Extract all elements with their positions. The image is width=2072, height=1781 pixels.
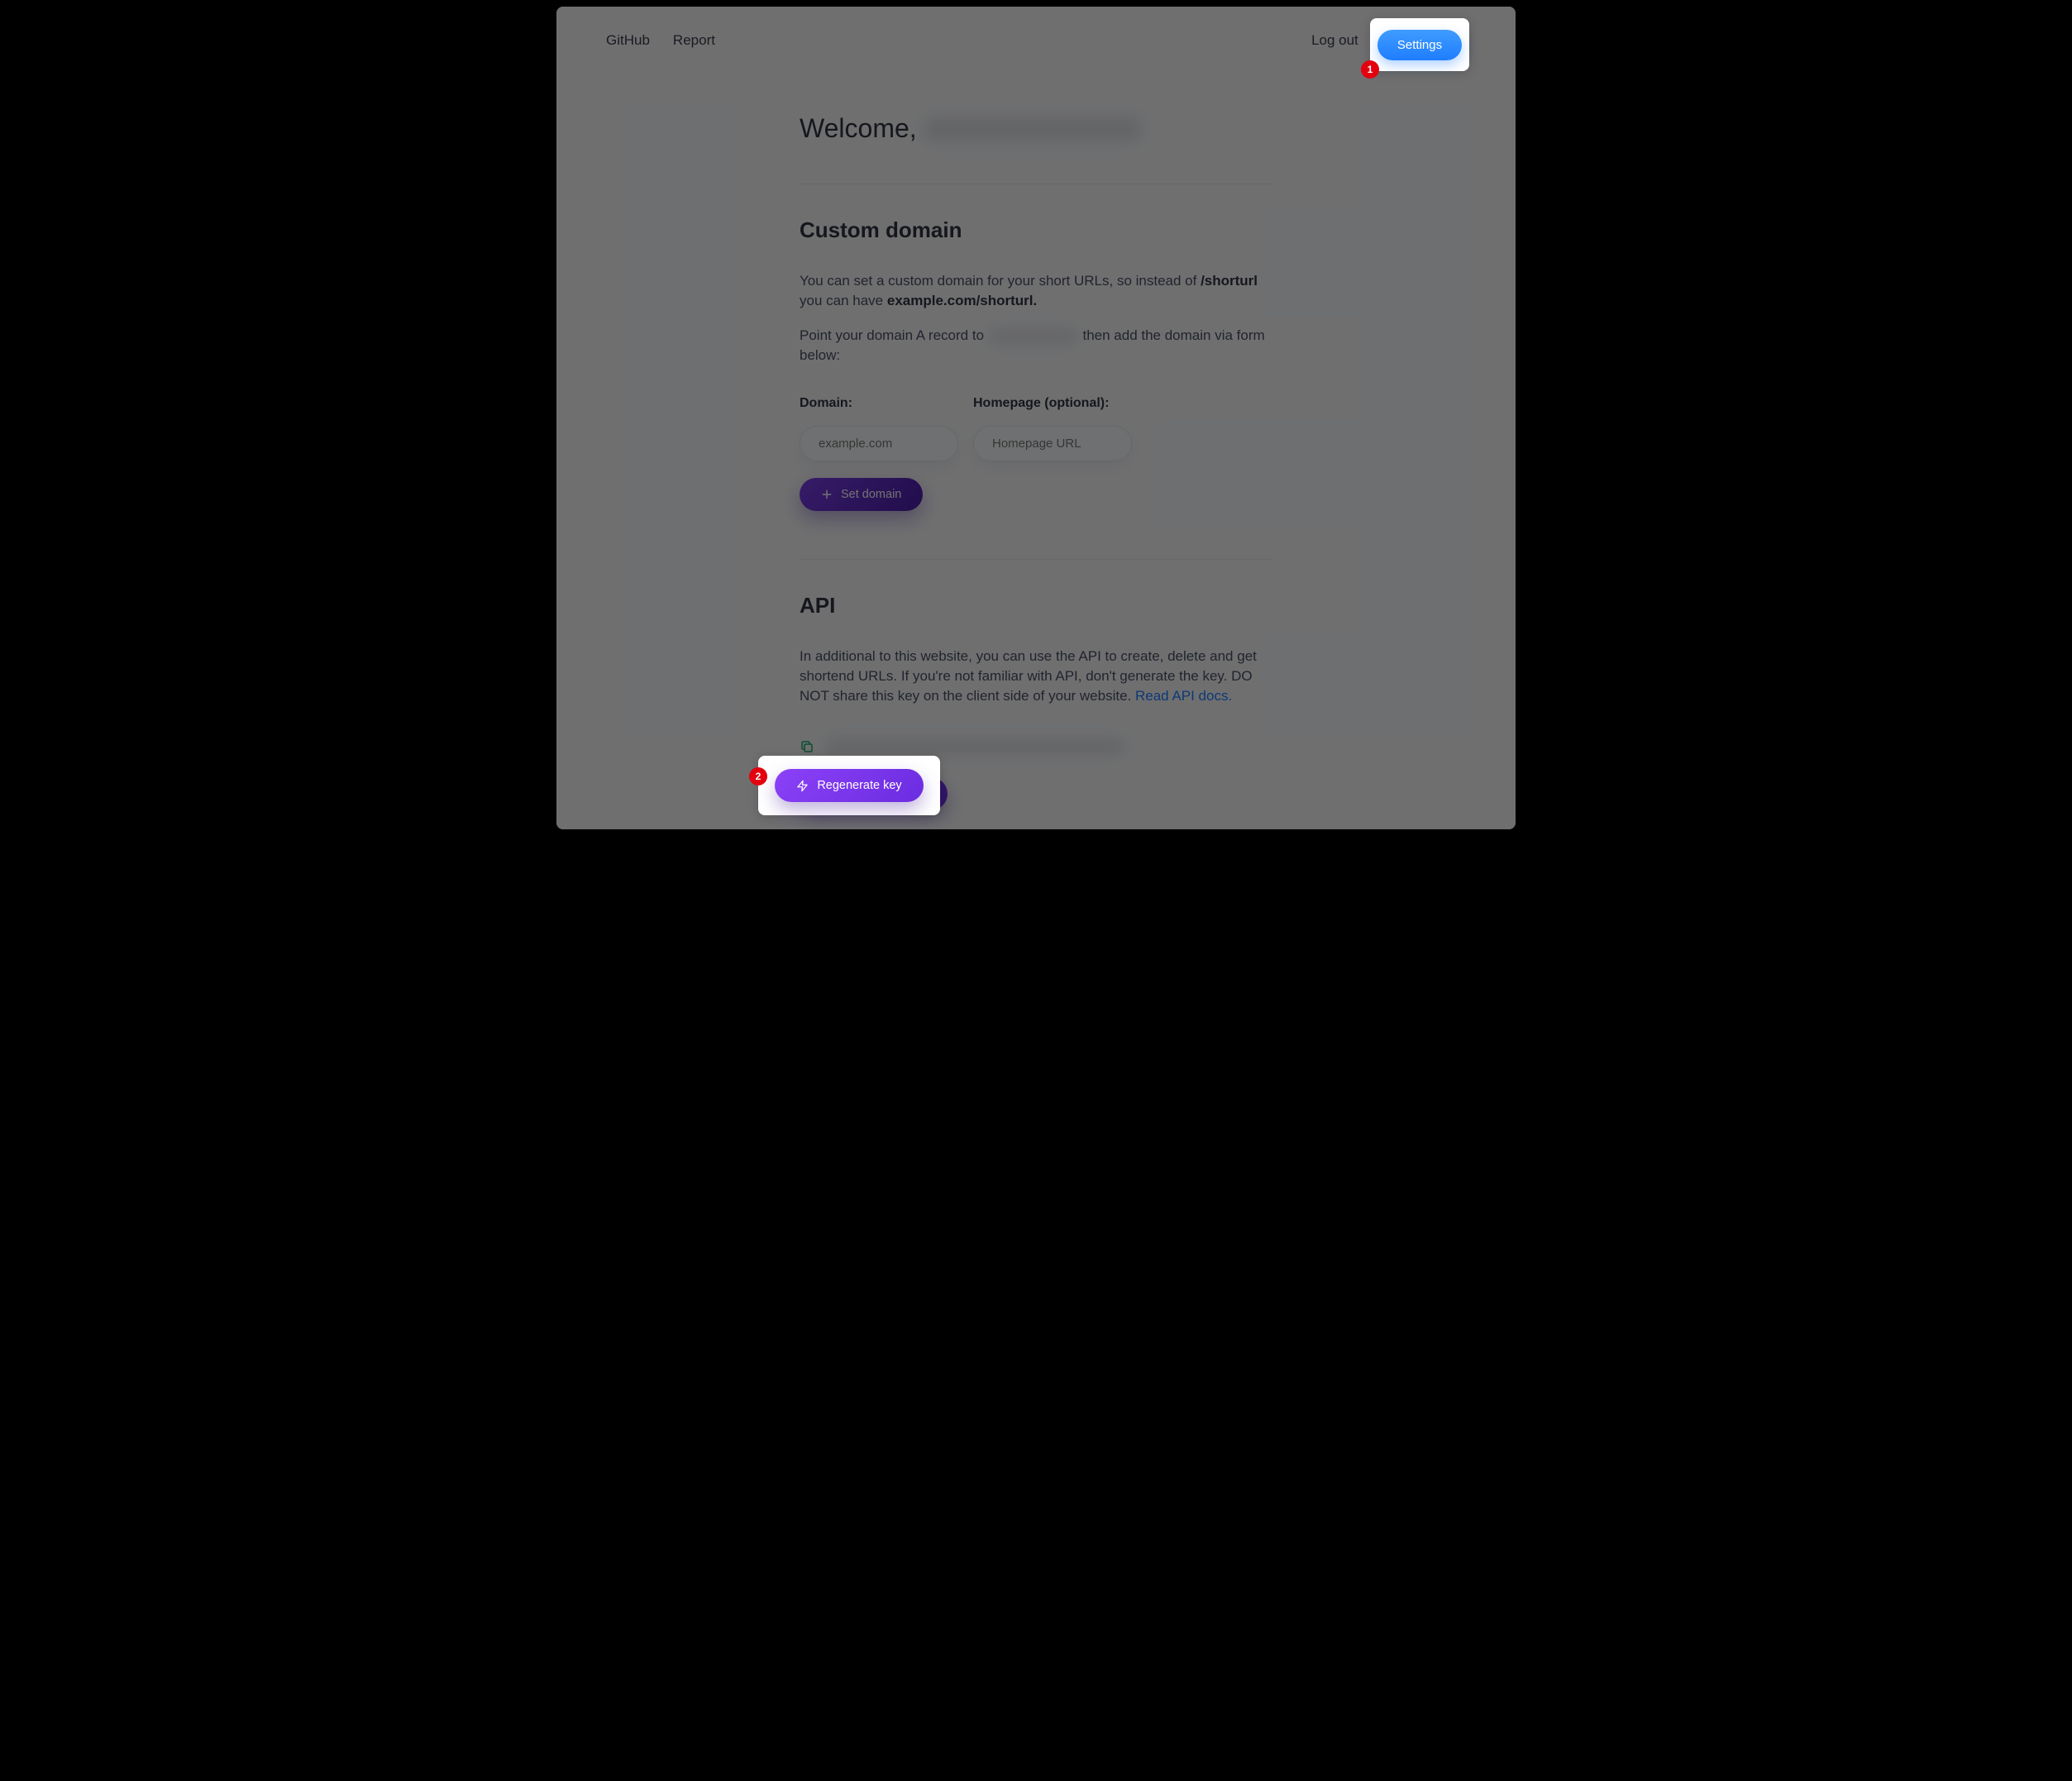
callout-settings: Settings 1: [1370, 18, 1469, 71]
plus-icon: [821, 489, 833, 500]
redacted-api-key: [826, 739, 1124, 754]
api-description: In additional to this website, you can u…: [800, 647, 1272, 706]
regenerate-key-button-highlight[interactable]: Regenerate key: [775, 769, 923, 802]
welcome-heading: Welcome,: [800, 113, 1272, 169]
custom-domain-intro: You can set a custom domain for your sho…: [800, 271, 1272, 311]
redacted-ip: [990, 330, 1077, 343]
welcome-prefix: Welcome,: [800, 113, 917, 144]
settings-button-highlight[interactable]: Settings: [1377, 30, 1462, 60]
nav-logout[interactable]: Log out: [1311, 32, 1358, 49]
app-window: GitHub Report Log out Settings Welcome, …: [556, 7, 1516, 829]
api-key-row: [800, 739, 1272, 754]
callout-badge-2: 2: [749, 767, 767, 785]
set-domain-button[interactable]: Set domain: [800, 478, 923, 511]
redacted-email: [925, 117, 1140, 141]
homepage-input[interactable]: [973, 426, 1132, 461]
callout-regenerate: Regenerate key 2: [758, 756, 940, 815]
domain-form: Domain: Homepage (optional):: [800, 396, 1272, 461]
nav-github[interactable]: GitHub: [606, 32, 650, 49]
content: Welcome, Custom domain You can set a cus…: [800, 113, 1272, 810]
domain-input[interactable]: [800, 426, 958, 461]
api-title: API: [800, 593, 1272, 618]
zap-icon: [796, 780, 809, 792]
nav-report[interactable]: Report: [673, 32, 715, 49]
custom-domain-point: Point your domain A record to then add t…: [800, 326, 1272, 365]
divider: [800, 559, 1272, 560]
domain-label: Domain:: [800, 396, 958, 411]
callout-badge-1: 1: [1361, 60, 1379, 79]
copy-icon[interactable]: [800, 739, 814, 754]
homepage-label: Homepage (optional):: [973, 396, 1132, 411]
api-docs-link[interactable]: Read API docs.: [1135, 688, 1232, 704]
regenerate-key-label: Regenerate key: [817, 779, 901, 792]
set-domain-label: Set domain: [841, 488, 901, 501]
custom-domain-title: Custom domain: [800, 217, 1272, 243]
